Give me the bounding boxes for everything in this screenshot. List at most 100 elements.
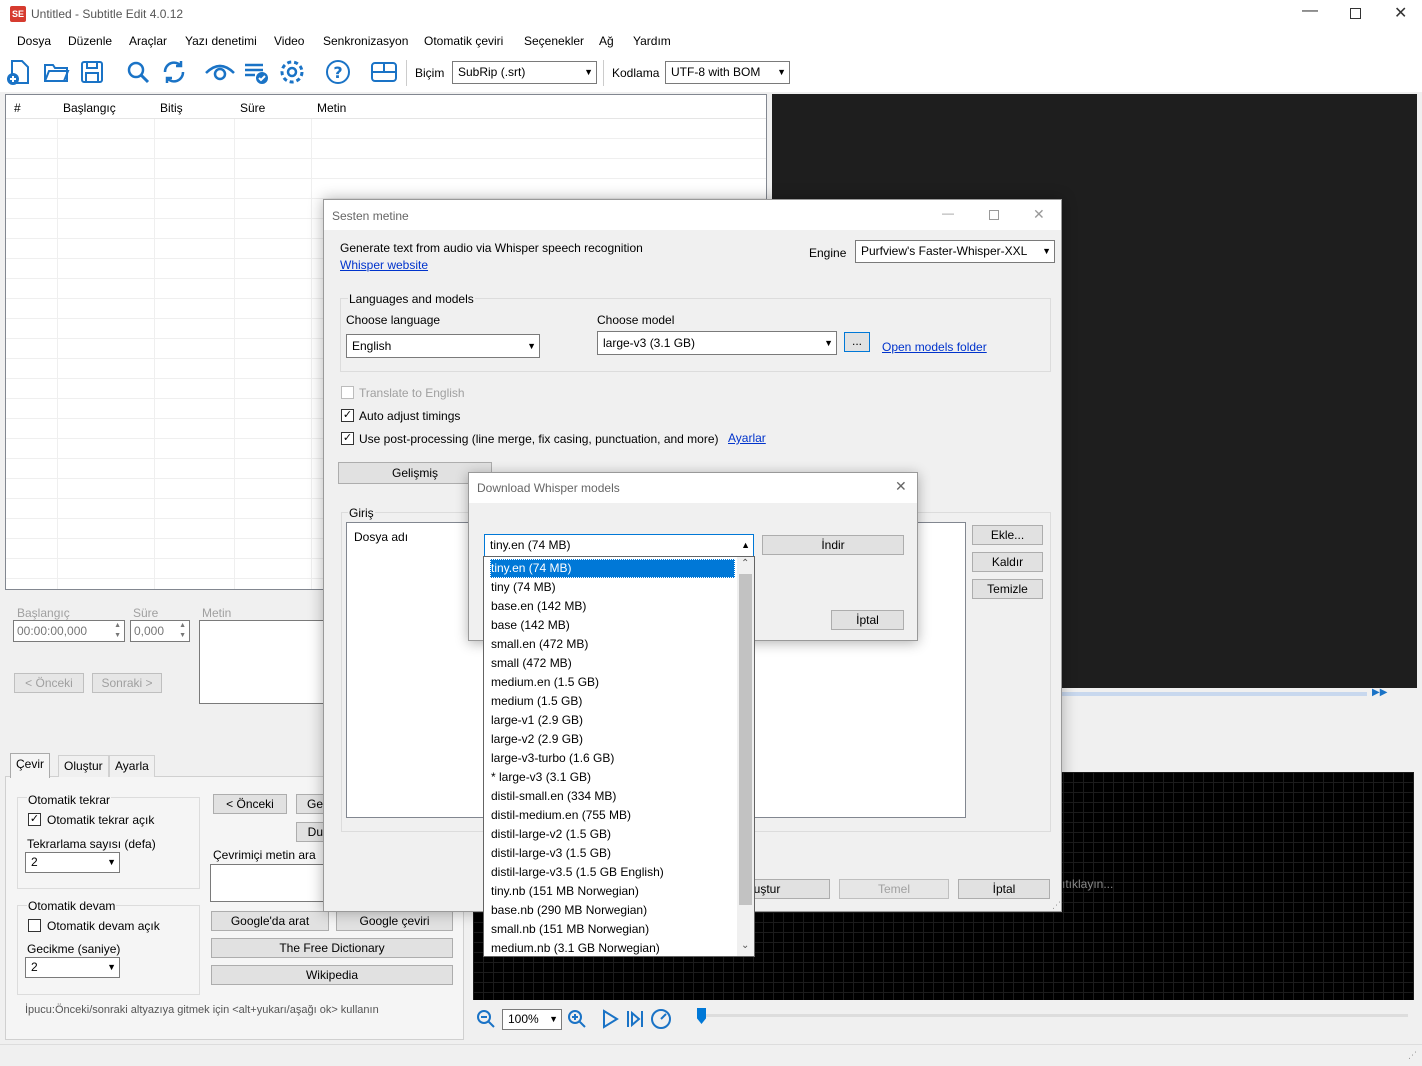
layout-icon[interactable] — [370, 58, 398, 86]
scroll-down-icon[interactable]: ⌄ — [741, 940, 749, 951]
col-duration[interactable]: Süre — [240, 101, 265, 115]
auto-adjust-checkbox[interactable]: ✓ — [341, 409, 354, 422]
download-dialog-close-button[interactable]: ✕ — [895, 478, 907, 495]
dialog-minimize-button[interactable]: — — [942, 206, 954, 220]
repeat-count-select[interactable]: 2 ▼ — [25, 852, 120, 873]
position-slider[interactable] — [700, 1014, 1408, 1017]
delay-select[interactable]: 2 ▼ — [25, 957, 120, 978]
model-option[interactable]: medium.en (1.5 GB) — [490, 673, 599, 692]
minimize-button[interactable]: — — [1302, 2, 1318, 20]
language-select[interactable]: English ▼ — [346, 334, 540, 358]
whisper-website-link[interactable]: Whisper website — [340, 258, 428, 272]
auto-repeat-checkbox[interactable]: ✓ — [28, 813, 41, 826]
open-models-folder-link[interactable]: Open models folder — [882, 340, 987, 354]
engine-select[interactable]: Purfview's Faster-Whisper-XXL ▼ — [855, 240, 1055, 263]
model-option[interactable]: small.en (472 MB) — [490, 635, 588, 654]
translate-prev-button[interactable]: < Önceki — [213, 794, 287, 814]
google-translate-button[interactable]: Google çeviri — [336, 911, 453, 931]
model-option[interactable]: distil-small.en (334 MB) — [490, 787, 616, 806]
play-icon[interactable] — [600, 1009, 620, 1029]
tab-cevir[interactable]: Çevir — [10, 753, 51, 778]
model-option[interactable]: large-v3-turbo (1.6 GB) — [490, 749, 614, 768]
model-option[interactable]: tiny.nb (151 MB Norwegian) — [490, 882, 639, 901]
position-slider-thumb[interactable] — [697, 1008, 706, 1024]
fast-forward-icon[interactable]: ▶▶ — [1372, 687, 1387, 698]
auto-continue-checkbox[interactable] — [28, 919, 41, 932]
next-button[interactable]: Sonraki > — [92, 673, 162, 693]
model-option[interactable]: distil-medium.en (755 MB) — [490, 806, 631, 825]
scrollbar-thumb[interactable] — [739, 574, 752, 905]
model-option[interactable]: base (142 MB) — [490, 616, 570, 635]
save-icon[interactable] — [78, 58, 106, 86]
speed-gauge-icon[interactable] — [650, 1008, 672, 1030]
help-icon[interactable]: ? — [324, 58, 352, 86]
col-text[interactable]: Metin — [317, 101, 346, 115]
spell-check-icon[interactable] — [242, 58, 270, 86]
duration-input[interactable]: 0,000 ▲ ▼ — [130, 620, 190, 642]
translate-du-button[interactable]: Du — [296, 822, 326, 842]
zoom-in-icon[interactable] — [567, 1009, 587, 1029]
visual-sync-icon[interactable] — [204, 58, 236, 86]
model-option[interactable]: large-v2 (2.9 GB) — [490, 730, 583, 749]
menu-yazi-denetimi[interactable]: Yazı denetimi — [185, 34, 257, 48]
post-processing-settings-link[interactable]: Ayarlar — [728, 431, 766, 445]
model-option[interactable]: medium (1.5 GB) — [490, 692, 582, 711]
model-option[interactable]: base.en (142 MB) — [490, 597, 586, 616]
col-end[interactable]: Bitiş — [160, 101, 183, 115]
status-resize-grip-icon[interactable]: ⋰ — [1408, 1050, 1417, 1061]
basic-button[interactable]: Temel — [839, 879, 949, 899]
model-option[interactable]: tiny.en (74 MB) — [490, 559, 735, 578]
wikipedia-button[interactable]: Wikipedia — [211, 965, 453, 985]
prev-button[interactable]: < Önceki — [14, 673, 84, 693]
model-option[interactable]: small.nb (151 MB Norwegian) — [490, 920, 649, 939]
model-download-select[interactable]: tiny.en (74 MB) ▲ — [484, 534, 754, 557]
file-name-column[interactable]: Dosya adı — [354, 530, 408, 544]
clear-files-button[interactable]: Temizle — [972, 579, 1043, 599]
zoom-select[interactable]: 100% ▼ — [502, 1009, 562, 1030]
model-dropdown-list[interactable]: tiny.en (74 MB) tiny (74 MB) base.en (14… — [483, 556, 755, 957]
remove-file-button[interactable]: Kaldır — [972, 552, 1043, 572]
format-select[interactable]: SubRip (.srt) ▼ — [452, 61, 597, 84]
maximize-button[interactable] — [1350, 8, 1361, 19]
translate-ge-button[interactable]: Ge — [296, 794, 326, 814]
browse-model-button[interactable]: ... — [844, 332, 870, 352]
stt-cancel-button[interactable]: İptal — [958, 879, 1050, 899]
free-dictionary-button[interactable]: The Free Dictionary — [211, 938, 453, 958]
model-option[interactable]: tiny (74 MB) — [490, 578, 556, 597]
dialog-close-button[interactable]: ✕ — [1033, 206, 1045, 223]
menu-video[interactable]: Video — [274, 34, 304, 48]
model-option[interactable]: base.nb (290 MB Norwegian) — [490, 901, 647, 920]
menu-senkronizasyon[interactable]: Senkronizasyon — [323, 34, 408, 48]
google-search-button[interactable]: Google'da arat — [211, 911, 329, 931]
start-time-input[interactable]: 00:00:00,000 ▲ ▼ — [13, 620, 125, 642]
resize-grip-icon[interactable]: ⋰ — [1052, 900, 1061, 911]
download-button[interactable]: İndir — [762, 535, 904, 555]
model-option[interactable]: * large-v3 (3.1 GB) — [490, 768, 591, 787]
add-file-button[interactable]: Ekle... — [972, 525, 1043, 545]
model-option[interactable]: large-v1 (2.9 GB) — [490, 711, 583, 730]
menu-secenekler[interactable]: Seçenekler — [524, 34, 584, 48]
spinner-icon[interactable]: ▲ ▼ — [179, 621, 186, 641]
menu-duzenle[interactable]: Düzenle — [68, 34, 112, 48]
video-progress-track[interactable] — [1062, 692, 1367, 696]
dialog-maximize-button[interactable] — [989, 210, 999, 220]
col-number[interactable]: # — [14, 101, 21, 115]
open-folder-icon[interactable] — [42, 58, 70, 86]
replace-icon[interactable] — [160, 58, 188, 86]
settings-icon[interactable] — [278, 58, 306, 86]
model-option[interactable]: medium.nb (3.1 GB Norwegian) — [490, 939, 660, 958]
dropdown-scrollbar[interactable]: ⌃ ⌄ — [737, 557, 754, 956]
download-cancel-button[interactable]: İptal — [831, 610, 904, 630]
subtitle-text-input[interactable] — [199, 620, 324, 704]
menu-araclar[interactable]: Araçlar — [129, 34, 167, 48]
play-selection-icon[interactable] — [625, 1009, 645, 1029]
zoom-out-icon[interactable] — [476, 1009, 496, 1029]
col-start[interactable]: Başlangıç — [63, 101, 116, 115]
menu-yardim[interactable]: Yardım — [633, 34, 671, 48]
model-select[interactable]: large-v3 (3.1 GB) ▼ — [597, 331, 837, 355]
model-option[interactable]: distil-large-v3.5 (1.5 GB English) — [490, 863, 664, 882]
model-option[interactable]: distil-large-v3 (1.5 GB) — [490, 844, 611, 863]
model-option[interactable]: distil-large-v2 (1.5 GB) — [490, 825, 611, 844]
tab-olustur[interactable]: Oluştur — [58, 755, 109, 777]
spinner-icon[interactable]: ▲ ▼ — [114, 621, 121, 641]
